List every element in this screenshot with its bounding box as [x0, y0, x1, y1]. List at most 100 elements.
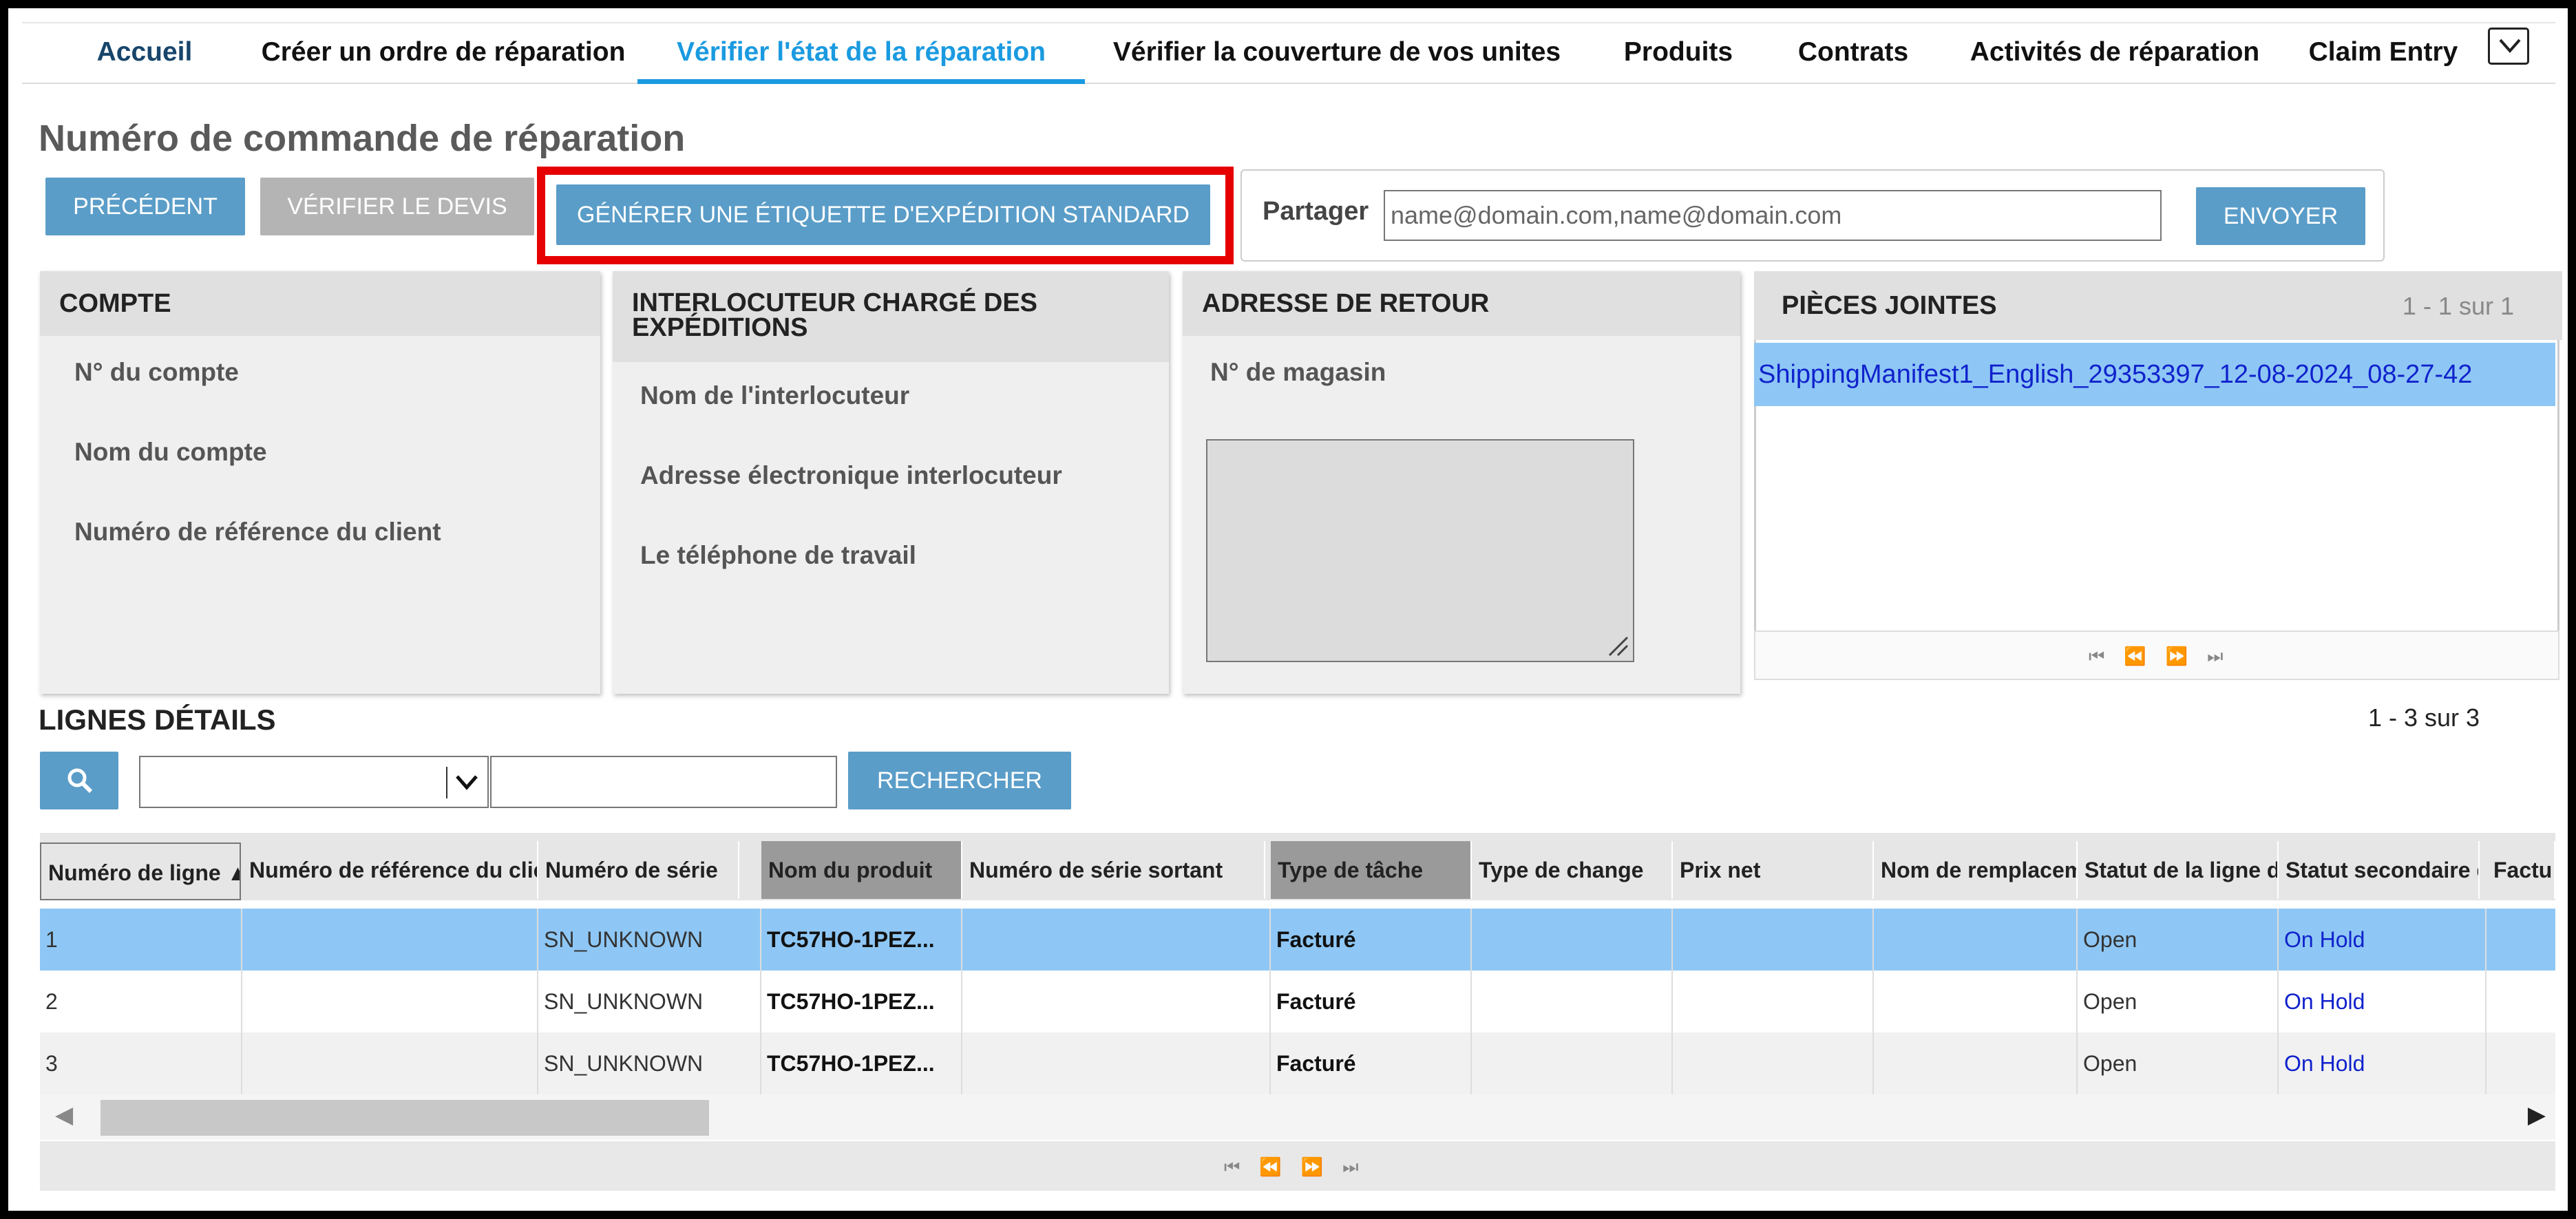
client-reference-label: Numéro de référence du client — [74, 518, 441, 546]
tab-create-repair-order[interactable]: Créer un ordre de réparation — [237, 23, 650, 84]
top-navigation: Accueil Créer un ordre de réparation Vér… — [22, 22, 2555, 84]
tab-check-coverage[interactable]: Vérifier la couverture de vos unites — [1096, 23, 1578, 84]
cell-serial-number: SN_UNKNOWN — [538, 971, 761, 1032]
cell-task-type: Facturé — [1271, 971, 1472, 1032]
cell-serial-number: SN_UNKNOWN — [538, 1032, 761, 1094]
cell-client-reference — [242, 909, 538, 971]
detail-lines-grid: Numéro de ligne ▲ Numéro de référence du… — [40, 833, 2555, 1191]
previous-button[interactable]: PRÉCÉDENT — [45, 178, 245, 235]
share-email-input[interactable] — [1384, 190, 2162, 241]
contact-name-label: Nom de l'interlocuteur — [640, 381, 910, 410]
resize-handle-icon[interactable] — [1607, 635, 1630, 658]
cell-client-reference — [242, 1032, 538, 1094]
cell-net-price — [1673, 971, 1874, 1032]
app-frame: Accueil Créer un ordre de réparation Vér… — [8, 8, 2568, 1211]
scroll-right-icon[interactable]: ▶ — [2528, 1101, 2546, 1129]
cell-secondary-status[interactable]: On Hold — [2279, 909, 2487, 971]
detail-lines-count: 1 - 3 sur 3 — [2368, 703, 2480, 732]
tab-accueil[interactable]: Accueil — [62, 23, 227, 84]
cell-line-number: 3 — [40, 1032, 242, 1094]
cell-outgoing-serial — [962, 971, 1271, 1032]
first-page-icon[interactable]: ⏮ — [1224, 1156, 1240, 1178]
search-button[interactable]: RECHERCHER — [848, 752, 1071, 809]
column-header-serial-number[interactable]: Numéro de série — [538, 841, 739, 899]
return-address-textarea[interactable] — [1206, 439, 1634, 662]
return-address-title: ADRESSE DE RETOUR — [1183, 271, 1740, 336]
column-header-client-reference[interactable]: Numéro de référence du client — [242, 841, 538, 899]
work-phone-label: Le téléphone de travail — [640, 541, 916, 569]
table-row[interactable]: 2 SN_UNKNOWN TC57HO-1PEZ... Facturé Open… — [40, 971, 2555, 1032]
detail-lines-title: LIGNES DÉTAILS — [39, 703, 276, 736]
account-number-label: N° du compte — [74, 358, 239, 386]
cell-net-price — [1673, 1032, 1874, 1094]
column-header-product-name[interactable]: Nom du produit — [761, 841, 962, 899]
cell-replacement-name — [1874, 971, 2078, 1032]
column-header-line-status[interactable]: Statut de la ligne de — [2078, 841, 2279, 899]
last-page-icon[interactable]: ⏭ — [1342, 1156, 1358, 1178]
store-number-label: N° de magasin — [1210, 358, 1386, 386]
cell-replacement-name — [1874, 909, 2078, 971]
cell-exchange-type — [1472, 1032, 1673, 1094]
column-header-outgoing-serial[interactable]: Numéro de série sortant — [962, 841, 1265, 899]
first-page-icon[interactable]: ⏮ — [2089, 646, 2104, 668]
cell-line-number: 1 — [40, 909, 242, 971]
cell-replacement-name — [1874, 1032, 2078, 1094]
shipping-contact-panel: INTERLOCUTEUR CHARGÉ DES EXPÉDITIONS Nom… — [613, 271, 1169, 694]
cell-secondary-status[interactable]: On Hold — [2279, 1032, 2487, 1094]
tab-products[interactable]: Produits — [1609, 23, 1747, 84]
attachment-link[interactable]: ShippingManifest1_English_29353397_12-08… — [1754, 343, 2555, 406]
cell-outgoing-serial — [962, 1032, 1271, 1094]
return-address-panel: ADRESSE DE RETOUR N° de magasin — [1183, 271, 1740, 694]
chevron-down-icon — [456, 775, 478, 790]
cell-net-price — [1673, 909, 1874, 971]
cell-secondary-status[interactable]: On Hold — [2279, 971, 2487, 1032]
next-page-icon[interactable]: ⏩ — [1301, 1156, 1323, 1178]
search-icon — [67, 768, 93, 794]
column-header-replacement-name[interactable]: Nom de remplacement — [1874, 841, 2078, 899]
tab-check-repair-status[interactable]: Vérifier l'état de la réparation — [637, 23, 1085, 84]
last-page-icon[interactable]: ⏭ — [2207, 646, 2223, 668]
filter-value-input[interactable] — [490, 756, 837, 808]
scroll-left-icon[interactable]: ◀ — [55, 1101, 73, 1129]
account-panel: COMPTE N° du compte Nom du compte Numéro… — [40, 271, 600, 694]
share-box: Partager ENVOYER — [1241, 169, 2385, 262]
column-header-line-number[interactable]: Numéro de ligne ▲ — [40, 842, 241, 900]
cell-product-name: TC57HO-1PEZ... — [761, 971, 962, 1032]
attachments-count: 1 - 1 sur 1 — [2402, 292, 2514, 320]
cell-serial-number: SN_UNKNOWN — [538, 909, 761, 971]
grid-pager: ⏮ ⏪ ⏩ ⏭ — [40, 1141, 2555, 1191]
filter-column-select[interactable] — [139, 756, 489, 808]
sort-asc-icon: ▲ — [221, 860, 240, 885]
column-header-invoice[interactable]: Factu — [2487, 841, 2555, 899]
column-header-secondary-status[interactable]: Statut secondaire de — [2279, 841, 2480, 899]
account-panel-title: COMPTE — [40, 271, 600, 336]
table-row[interactable]: 1 SN_UNKNOWN TC57HO-1PEZ... Facturé Open… — [40, 909, 2555, 971]
grid-header: Numéro de ligne ▲ Numéro de référence du… — [40, 833, 2555, 900]
previous-page-icon[interactable]: ⏪ — [2124, 646, 2146, 668]
cell-exchange-type — [1472, 971, 1673, 1032]
tab-repair-activities[interactable]: Activités de réparation — [1950, 23, 2280, 84]
send-button[interactable]: ENVOYER — [2196, 187, 2365, 245]
previous-page-icon[interactable]: ⏪ — [1259, 1156, 1281, 1178]
column-header-task-type[interactable]: Type de tâche — [1271, 841, 1472, 899]
scrollbar-thumb[interactable] — [101, 1100, 709, 1136]
generate-shipping-label-button[interactable]: GÉNÉRER UNE ÉTIQUETTE D'EXPÉDITION STAND… — [556, 184, 1210, 245]
tab-claim-entry[interactable]: Claim Entry — [2294, 23, 2473, 84]
horizontal-scrollbar[interactable]: ◀ ▶ — [40, 1094, 2555, 1140]
more-tabs-button[interactable] — [2488, 28, 2529, 65]
cell-product-name: TC57HO-1PEZ... — [761, 909, 962, 971]
table-row[interactable]: 3 SN_UNKNOWN TC57HO-1PEZ... Facturé Open… — [40, 1032, 2555, 1094]
cell-outgoing-serial — [962, 909, 1271, 971]
share-label: Partager — [1263, 197, 1369, 226]
column-header-net-price[interactable]: Prix net — [1673, 841, 1874, 899]
search-toggle-button[interactable] — [40, 752, 118, 809]
tab-contracts[interactable]: Contrats — [1777, 23, 1929, 84]
column-header-exchange-type[interactable]: Type de change — [1472, 841, 1673, 899]
cell-line-status: Open — [2078, 909, 2279, 971]
cell-product-name: TC57HO-1PEZ... — [761, 1032, 962, 1094]
chevron-down-icon — [2499, 39, 2521, 54]
next-page-icon[interactable]: ⏩ — [2166, 646, 2188, 668]
account-name-label: Nom du compte — [74, 438, 267, 466]
check-quote-button[interactable]: VÉRIFIER LE DEVIS — [260, 178, 534, 235]
cell-line-status: Open — [2078, 971, 2279, 1032]
